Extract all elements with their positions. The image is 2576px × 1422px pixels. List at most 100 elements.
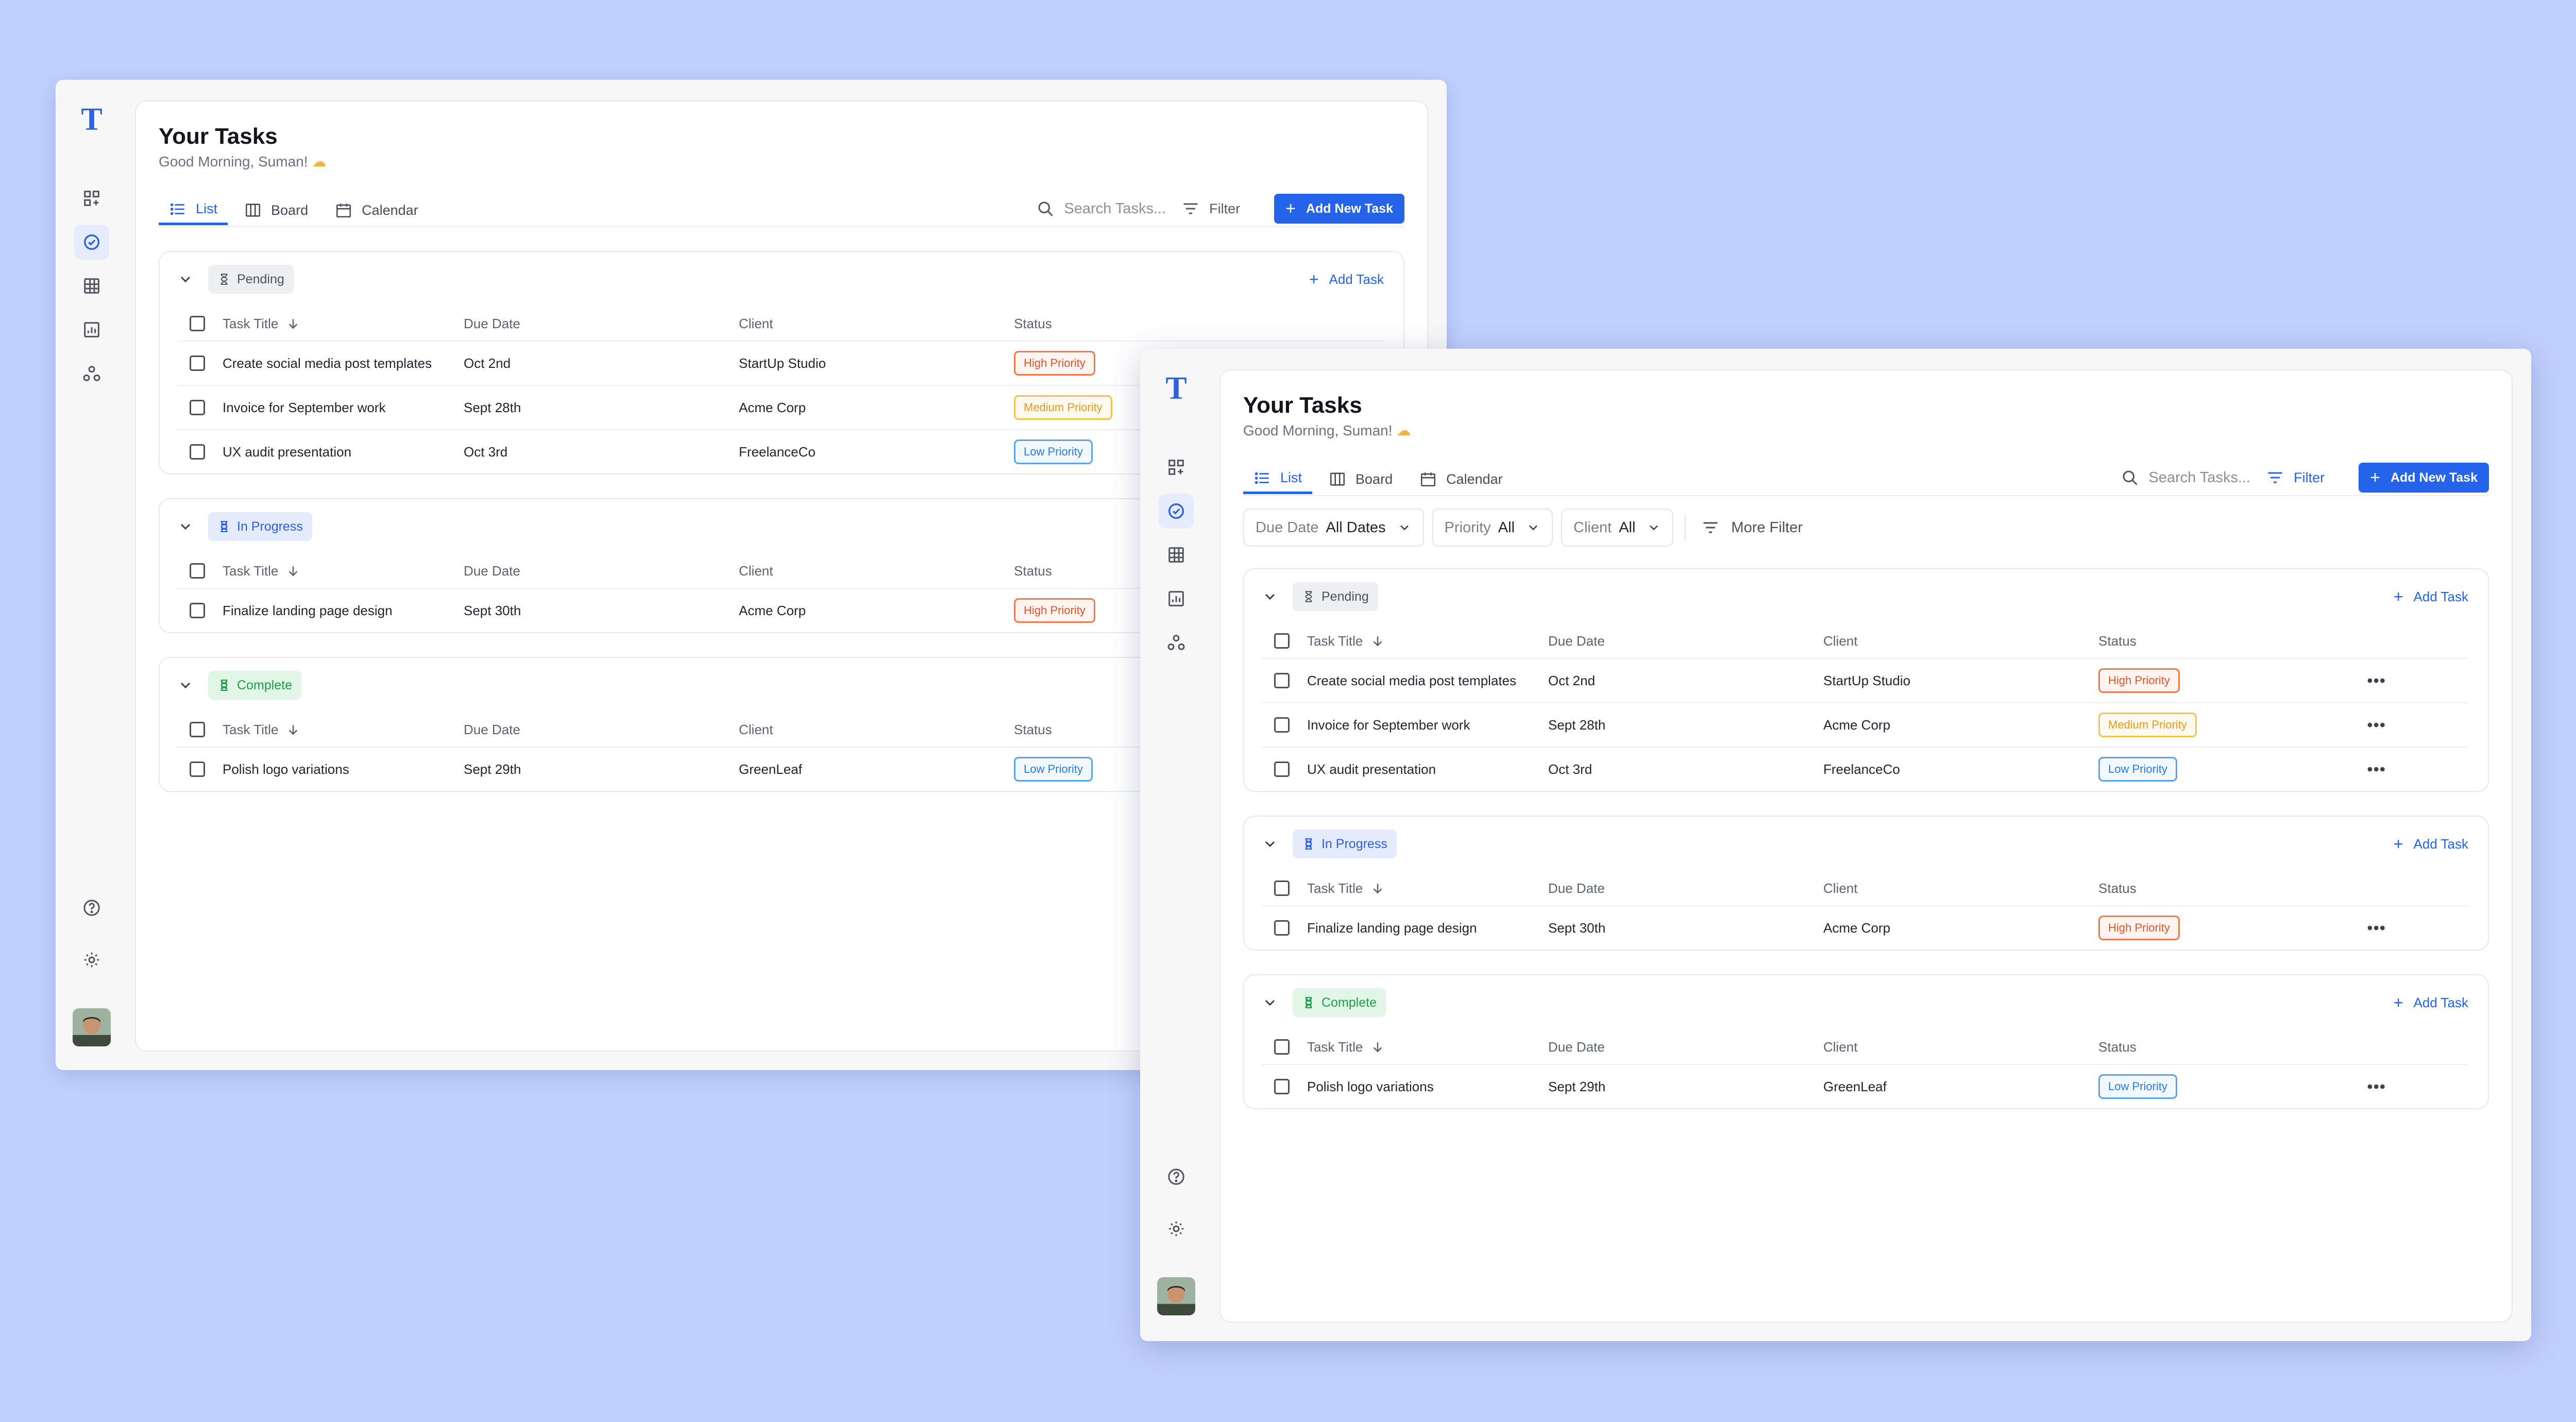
chevron-down-icon[interactable] — [177, 271, 194, 287]
add-new-task-button[interactable]: + Add New Task — [1274, 194, 1404, 224]
help-icon[interactable] — [1159, 1159, 1194, 1194]
search-input[interactable]: Search Tasks... — [1036, 199, 1166, 218]
view-tabs: List Board Calendar Search Tasks... Filt… — [159, 194, 1404, 227]
main-panel: Your Tasks Good Morning, Suman! ☁ List Bo… — [1219, 369, 2513, 1323]
priority-badge: Low Priority — [2098, 1074, 2177, 1099]
due-date-filter[interactable]: Due Date All Dates — [1243, 509, 1424, 547]
row-checkbox[interactable] — [1274, 673, 1290, 688]
tab-calendar[interactable]: Calendar — [325, 195, 429, 225]
table-row[interactable]: Create social media post templates Oct 2… — [1262, 658, 2468, 702]
status-chip-pending: Pending — [208, 265, 294, 294]
sidebar: T — [1140, 349, 1212, 1341]
chevron-down-icon[interactable] — [177, 677, 194, 693]
priority-badge: Low Priority — [1014, 439, 1093, 464]
calendar-icon — [336, 204, 351, 218]
sidebar-chart-icon[interactable] — [74, 312, 109, 347]
gear-icon[interactable] — [1159, 1211, 1194, 1246]
avatar[interactable] — [1157, 1277, 1195, 1315]
row-checkbox[interactable] — [190, 356, 205, 371]
row-checkbox[interactable] — [190, 603, 205, 618]
priority-badge: Low Priority — [2098, 757, 2177, 782]
sidebar: T — [56, 80, 128, 1070]
tab-board[interactable]: Board — [1318, 464, 1403, 494]
row-menu-icon[interactable]: ••• — [2367, 716, 2386, 735]
add-task-button[interactable]: +Add Task — [2394, 975, 2468, 1030]
help-icon[interactable] — [74, 890, 109, 925]
more-filter-button[interactable]: More Filter — [1685, 515, 1803, 540]
chevron-down-icon[interactable] — [1262, 994, 1278, 1011]
row-checkbox[interactable] — [190, 761, 205, 777]
board-icon — [1330, 472, 1345, 486]
add-task-button[interactable]: +Add Task — [1309, 252, 1384, 307]
greeting: Good Morning, Suman! ☁ — [1243, 422, 1411, 438]
row-checkbox[interactable] — [1274, 1079, 1290, 1094]
sidebar-grid-icon[interactable] — [1159, 537, 1194, 572]
row-checkbox[interactable] — [1274, 717, 1290, 733]
table-row[interactable]: Invoice for September work Sept 28th Acm… — [1262, 702, 2468, 747]
table-row[interactable]: Polish logo variations Sept 29th GreenLe… — [1262, 1064, 2468, 1108]
add-task-button[interactable]: +Add Task — [2394, 569, 2468, 624]
search-input[interactable]: Search Tasks... — [2121, 468, 2250, 487]
sort-down-icon — [289, 725, 298, 735]
task-group-pending: Pending + Add Task Task Title Due Date Cl… — [1243, 568, 2489, 792]
sidebar-tasks-icon[interactable] — [74, 225, 109, 260]
chevron-down-icon — [1650, 525, 1658, 531]
select-all-checkbox[interactable] — [190, 563, 205, 579]
table-header: Task Title Due Date Client Status — [1262, 871, 2468, 905]
priority-badge: High Priority — [2098, 668, 2180, 693]
row-menu-icon[interactable]: ••• — [2367, 760, 2386, 779]
priority-filter[interactable]: Priority All — [1432, 509, 1553, 547]
sidebar-team-icon[interactable] — [74, 356, 109, 391]
plus-icon: + — [2370, 467, 2380, 487]
chevron-down-icon[interactable] — [177, 518, 194, 535]
client-filter[interactable]: Client All — [1561, 509, 1674, 547]
page-title: Your Tasks — [159, 124, 278, 149]
hourglass-icon — [1305, 838, 1312, 850]
status-chip-in-progress: In Progress — [1293, 830, 1397, 858]
select-all-checkbox[interactable] — [1274, 633, 1290, 649]
select-all-checkbox[interactable] — [1274, 881, 1290, 896]
avatar[interactable] — [73, 1008, 111, 1046]
app-window-front: T Your Tasks Good Morning, Suman! ☁ List… — [1140, 349, 2531, 1341]
table-row[interactable]: UX audit presentation Oct 3rd FreelanceC… — [1262, 747, 2468, 791]
hourglass-icon — [221, 274, 228, 285]
select-all-checkbox[interactable] — [190, 316, 205, 331]
sort-down-icon — [289, 566, 298, 577]
sidebar-team-icon[interactable] — [1159, 625, 1194, 660]
list-icon — [170, 203, 184, 215]
sidebar-tasks-icon[interactable] — [1159, 494, 1194, 529]
status-chip-in-progress: In Progress — [208, 512, 312, 541]
sidebar-dashboard-icon[interactable] — [74, 181, 109, 216]
tab-board[interactable]: Board — [234, 195, 318, 225]
sidebar-dashboard-icon[interactable] — [1159, 450, 1194, 485]
table-row[interactable]: Finalize landing page design Sept 30th A… — [1262, 905, 2468, 950]
add-task-button[interactable]: +Add Task — [2394, 817, 2468, 871]
chevron-down-icon[interactable] — [1262, 836, 1278, 852]
row-menu-icon[interactable]: ••• — [2367, 671, 2386, 690]
row-checkbox[interactable] — [1274, 761, 1290, 777]
row-checkbox[interactable] — [190, 444, 205, 460]
row-menu-icon[interactable]: ••• — [2367, 919, 2386, 938]
sidebar-grid-icon[interactable] — [74, 268, 109, 303]
gear-icon[interactable] — [74, 942, 109, 977]
row-menu-icon[interactable]: ••• — [2367, 1077, 2386, 1096]
add-new-task-button[interactable]: + Add New Task — [2359, 463, 2489, 493]
table-header: Task Title Due Date Client Status — [1262, 624, 2468, 658]
filter-button[interactable]: Filter — [1181, 199, 1240, 218]
sidebar-chart-icon[interactable] — [1159, 581, 1194, 616]
row-checkbox[interactable] — [190, 400, 205, 415]
row-checkbox[interactable] — [1274, 920, 1290, 936]
tab-list[interactable]: List — [1243, 464, 1313, 494]
tab-calendar[interactable]: Calendar — [1409, 464, 1513, 494]
select-all-checkbox[interactable] — [1274, 1039, 1290, 1055]
filter-button[interactable]: Filter — [2266, 468, 2325, 487]
hourglass-icon — [221, 680, 228, 691]
cloud-icon: ☁ — [312, 154, 327, 170]
tab-list[interactable]: List — [159, 195, 228, 225]
sort-down-icon — [1373, 1042, 1382, 1053]
select-all-checkbox[interactable] — [190, 722, 205, 737]
app-logo: T — [81, 102, 103, 137]
chevron-down-icon — [1529, 525, 1537, 531]
view-tabs: List Board Calendar Search Tasks... Filt… — [1243, 463, 2489, 496]
chevron-down-icon[interactable] — [1262, 588, 1278, 605]
